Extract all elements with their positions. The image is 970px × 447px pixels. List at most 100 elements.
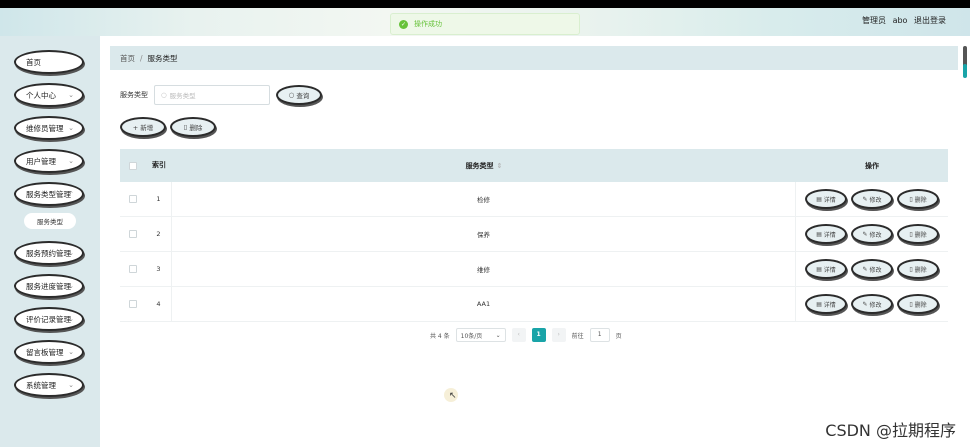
chevron-down-icon: ⌄ [68, 91, 74, 99]
scrollbar-indicator [963, 64, 967, 78]
detail-icon: ▤ [816, 265, 824, 273]
pagination: 共 4 条 10条/页 ⌄ ‹ 1 › 前往 1 页 [430, 327, 622, 343]
row-service-type: 保养 [172, 217, 796, 251]
detail-button[interactable]: ▤ 详情 [805, 224, 847, 244]
breadcrumb-current: 服务类型 [147, 53, 178, 63]
breadcrumb-home[interactable]: 首页 [120, 53, 135, 64]
goto-page-input[interactable]: 1 [589, 328, 610, 342]
sidebar-subitem-service-type[interactable]: 服务类型 [24, 213, 76, 229]
sidebar-item-label: 个人中心 [26, 90, 56, 100]
prev-page-button[interactable]: ‹ [511, 328, 526, 342]
row-index: 1 [146, 182, 172, 216]
detail-label: 详情 [823, 196, 836, 204]
header-ops: 操作 [865, 161, 879, 170]
chevron-down-icon: ⌄ [68, 282, 74, 290]
edit-label: 修改 [869, 266, 882, 274]
sidebar-item-label: 系统管理 [26, 380, 56, 390]
detail-button[interactable]: ▤ 详情 [805, 294, 847, 314]
chevron-down-icon: ⌄ [68, 381, 74, 389]
breadcrumb-separator: / [140, 53, 143, 63]
search-icon: ○ [161, 91, 167, 99]
select-all-checkbox[interactable] [129, 161, 137, 170]
delete-button[interactable]: ▯ 删除 [897, 189, 939, 209]
chevron-down-icon: ⌄ [68, 315, 74, 323]
logout-link[interactable]: 退出登录 [914, 16, 946, 25]
user-name: abo [892, 16, 908, 25]
page-number-current[interactable]: 1 [531, 328, 546, 342]
delete-label: 删除 [914, 196, 927, 204]
row-checkbox[interactable] [129, 195, 137, 203]
table-row: 2 保养 ▤ 详情 ✎ 修改 ▯ 删除 [120, 217, 948, 252]
delete-label: 删除 [914, 231, 927, 239]
detail-icon: ▤ [816, 300, 824, 308]
chevron-down-icon: ⌄ [495, 331, 501, 339]
sidebar-item-label: 维修员管理 [26, 123, 64, 133]
next-page-button[interactable]: › [551, 328, 566, 342]
edit-button[interactable]: ✎ 修改 [851, 224, 893, 244]
toast-message: 操作成功 [414, 20, 442, 28]
sidebar-item-label: 评价记录管理 [26, 314, 71, 324]
detail-button[interactable]: ▤ 详情 [805, 189, 847, 209]
sidebar-item-message-board[interactable]: 留言板管理 ⌄ [14, 340, 84, 364]
search-input[interactable]: ○ 服务类型 [154, 85, 270, 105]
table-header: 索引 服务类型 ⇕ 操作 [120, 149, 948, 182]
row-checkbox[interactable] [129, 265, 137, 273]
row-checkbox[interactable] [129, 230, 137, 238]
header-index: 索引 [152, 161, 166, 169]
edit-button[interactable]: ✎ 修改 [851, 189, 893, 209]
sidebar-item-users[interactable]: 用户管理 ⌄ [14, 149, 84, 173]
delete-label: 删除 [914, 301, 927, 309]
page-size-select[interactable]: 10条/页 ⌄ [455, 328, 506, 342]
sort-icon[interactable]: ⇕ [497, 162, 503, 170]
edit-icon: ✎ [862, 265, 870, 273]
search-placeholder: 服务类型 [169, 92, 196, 100]
sidebar-item-label: 服务预约管理 [26, 248, 71, 258]
sidebar-item-service-booking[interactable]: 服务预约管理 ⌄ [14, 241, 84, 265]
detail-button[interactable]: ▤ 详情 [805, 259, 847, 279]
delete-button[interactable]: ▯ 删除 [897, 259, 939, 279]
row-index: 4 [146, 287, 172, 321]
search-row: 服务类型 ○ 服务类型 ○ 查询 [120, 84, 322, 106]
row-service-type: AA1 [172, 287, 796, 321]
edit-button[interactable]: ✎ 修改 [851, 259, 893, 279]
row-checkbox[interactable] [129, 300, 137, 308]
search-button[interactable]: ○ 查询 [276, 85, 322, 105]
sidebar-item-personal-center[interactable]: 个人中心 ⌄ [14, 83, 84, 107]
data-table: 索引 服务类型 ⇕ 操作 1 检修 ▤ 详情 ✎ 修改 ▯ 删除 2 保养 ▤ … [120, 149, 948, 322]
sidebar-item-repairman[interactable]: 维修员管理 ⌄ [14, 116, 84, 140]
goto-suffix: 页 [615, 332, 622, 340]
search-icon: ○ [288, 91, 297, 99]
mouse-cursor: ↖ [444, 388, 458, 402]
delete-label: 删除 [914, 266, 927, 274]
chevron-down-icon: ⌄ [68, 249, 74, 257]
sidebar-item-label: 服务类型管理 [26, 189, 71, 199]
chevron-up-icon: ⌃ [68, 190, 74, 198]
sidebar: 首页 个人中心 ⌄ 维修员管理 ⌄ 用户管理 ⌄ 服务类型管理 ⌃ 服务类型 服… [0, 36, 100, 447]
sidebar-item-service-progress[interactable]: 服务进度管理 ⌄ [14, 274, 84, 298]
sidebar-item-home[interactable]: 首页 [14, 50, 84, 74]
edit-label: 修改 [869, 196, 882, 204]
header-service-type[interactable]: 服务类型 ⇕ [172, 149, 796, 182]
chevron-down-icon: ⌄ [68, 157, 74, 165]
delete-button[interactable]: ▯ 删除 [897, 294, 939, 314]
sidebar-item-label: 留言板管理 [26, 347, 64, 357]
sidebar-item-label: 服务进度管理 [26, 281, 71, 291]
sidebar-item-system[interactable]: 系统管理 ⌄ [14, 373, 84, 397]
edit-label: 修改 [869, 301, 882, 309]
edit-icon: ✎ [862, 230, 870, 238]
row-index: 3 [146, 252, 172, 286]
sidebar-item-reviews[interactable]: 评价记录管理 ⌄ [14, 307, 84, 331]
detail-label: 详情 [823, 301, 836, 309]
sidebar-item-service-type[interactable]: 服务类型管理 ⌃ [14, 182, 84, 206]
page-size-value: 10条/页 [460, 332, 483, 340]
pagination-total: 共 4 条 [430, 332, 450, 340]
add-button[interactable]: + 新增 [120, 117, 166, 137]
delete-button[interactable]: ▯ 删除 [897, 224, 939, 244]
chevron-down-icon: ⌄ [68, 124, 74, 132]
bulk-delete-button[interactable]: ▯ 删除 [170, 117, 216, 137]
watermark: CSDN @拉期程序 [825, 421, 956, 440]
breadcrumb: 首页 / 服务类型 [110, 46, 958, 70]
table-row: 1 检修 ▤ 详情 ✎ 修改 ▯ 删除 [120, 182, 948, 217]
edit-button[interactable]: ✎ 修改 [851, 294, 893, 314]
detail-label: 详情 [823, 266, 836, 274]
